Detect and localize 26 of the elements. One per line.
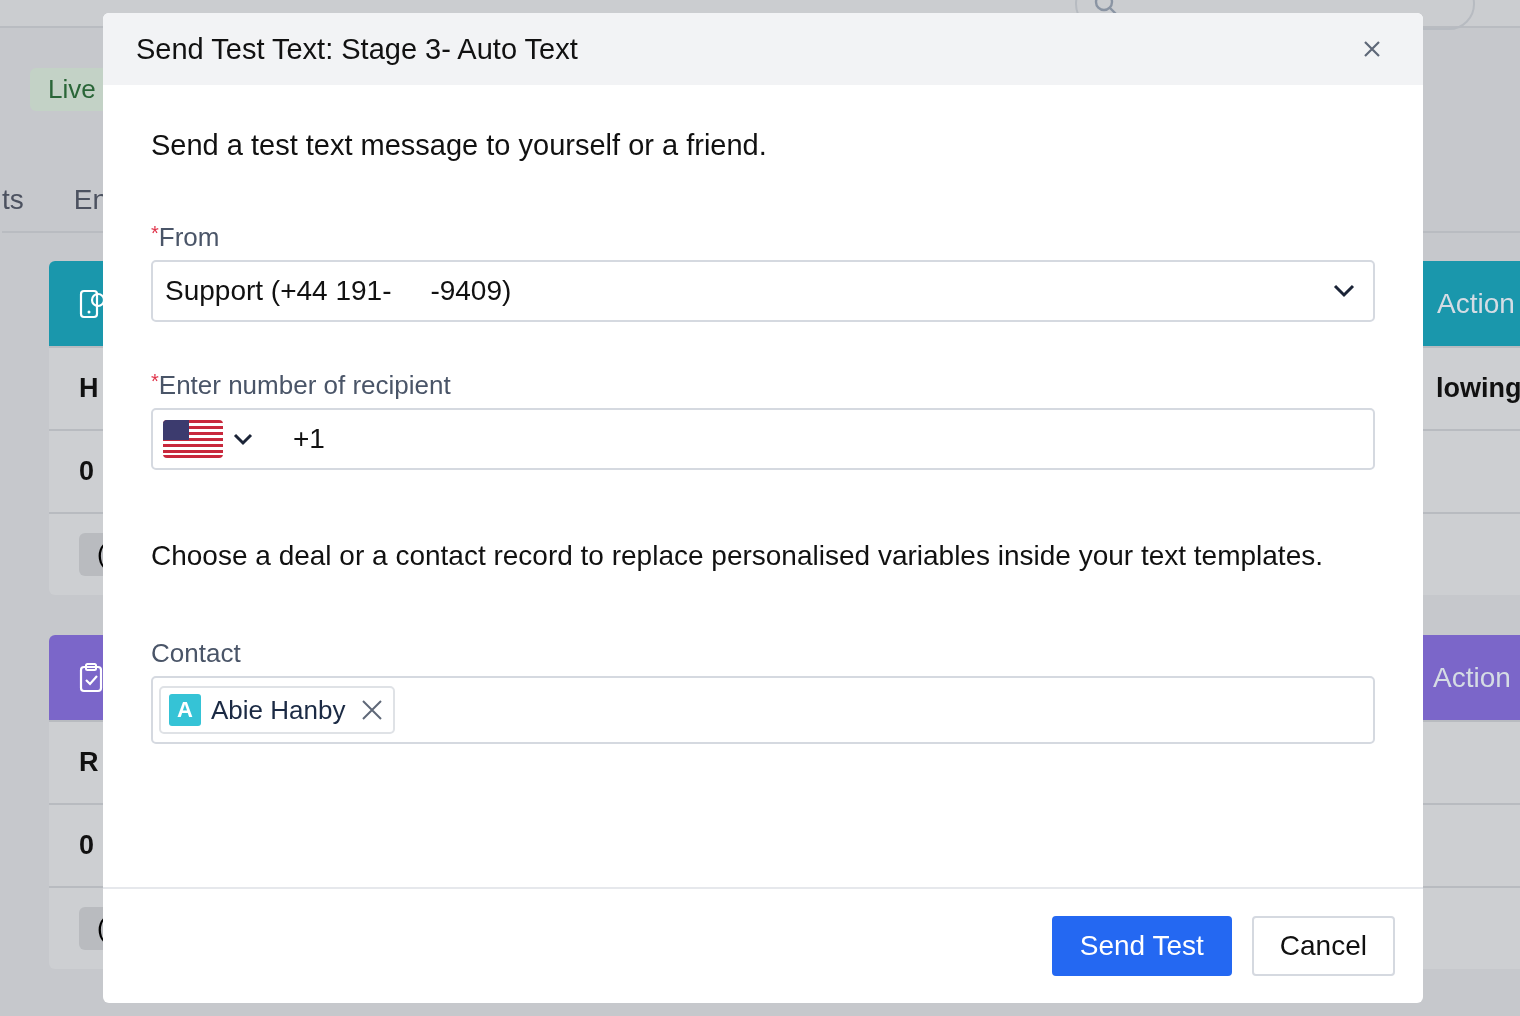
card-text: lowing [1436,373,1520,404]
dialog-button[interactable]: Send Test [1051,916,1232,976]
avatar-initial: A [169,694,201,726]
intro-text: Send a test text message to yourself or a friend. [151,129,768,162]
chevron-down-icon[interactable] [233,432,253,446]
contact-label: Contact [151,638,242,670]
from-select[interactable]: Support (+44 191- -9409) [151,260,1375,322]
card-text: 0 [79,830,95,861]
card-text: R [79,747,99,778]
card-text: H [79,373,99,404]
tab[interactable]: ts [2,183,24,216]
from-label: *From [151,222,221,254]
contact-field[interactable]: A Abie Hanby [151,676,1375,744]
card-text: 0 [79,456,95,487]
dialog-button[interactable]: Cancel [1251,916,1395,976]
remove-icon[interactable] [361,699,384,721]
contact-name: Abie Hanby [211,694,346,726]
recipient-label: *Enter number of recipient [151,370,452,402]
phone-field[interactable]: +1 [151,408,1375,470]
flag-icon [163,420,223,458]
chevron-down-icon [1333,284,1355,298]
dialog-title: Send Test Text: Stage 3- Auto Text [136,32,578,66]
actions-label: Action [1433,661,1511,694]
instruction-text: Choose a deal or a contact record to replace personalised variables inside your text templates. [151,540,1324,572]
actions-label: Action [1437,287,1515,320]
country-code: +1 [293,423,325,455]
